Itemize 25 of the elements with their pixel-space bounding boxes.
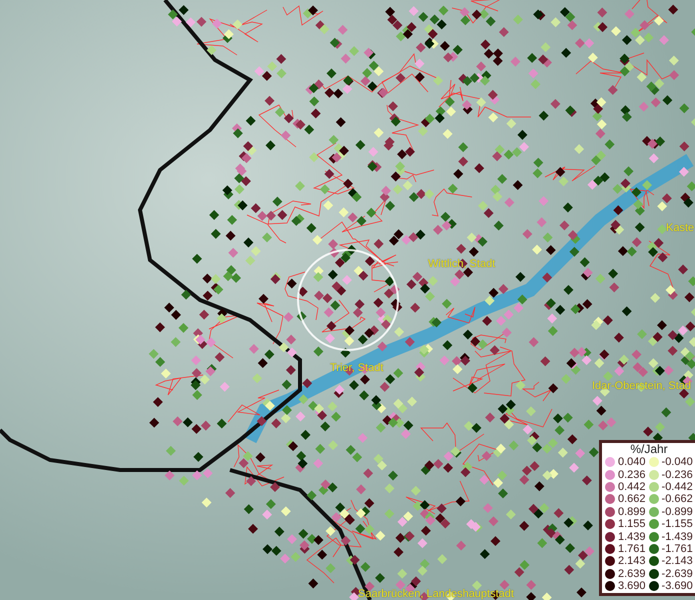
legend-value: 2.143 xyxy=(618,555,646,568)
legend-value: -3.690 xyxy=(662,580,693,592)
legend-value: -1.155 xyxy=(662,518,693,530)
legend-value: 1.439 xyxy=(618,530,646,543)
legend-title: %/Jahr xyxy=(629,443,669,456)
legend-value: -2.639 xyxy=(662,568,693,580)
legend-value: 0.442 xyxy=(618,480,646,493)
legend-value: 0.662 xyxy=(618,493,646,506)
legend-value: -1.761 xyxy=(662,542,693,555)
city-label: Kaste xyxy=(666,222,694,234)
legend-value: 0.040 xyxy=(618,456,646,468)
legend-value: 0.236 xyxy=(618,468,646,481)
legend-value: -0.442 xyxy=(662,480,693,493)
legend-value: 1.761 xyxy=(618,542,646,555)
legend-value: 2.639 xyxy=(618,568,646,580)
city-label: Idar-Oberstein, Stad xyxy=(592,380,692,392)
legend-value: 0.899 xyxy=(618,506,646,518)
legend-value: 1.155 xyxy=(618,518,646,530)
legend-value: -1.439 xyxy=(662,530,693,543)
legend-value: -0.662 xyxy=(662,493,693,506)
legend-value: -0.040 xyxy=(662,456,693,468)
legend-value: 3.690 xyxy=(618,580,646,592)
legend-value: -0.236 xyxy=(662,468,693,481)
legend-value: -2.143 xyxy=(662,555,693,568)
legend-value: -0.899 xyxy=(662,506,693,518)
